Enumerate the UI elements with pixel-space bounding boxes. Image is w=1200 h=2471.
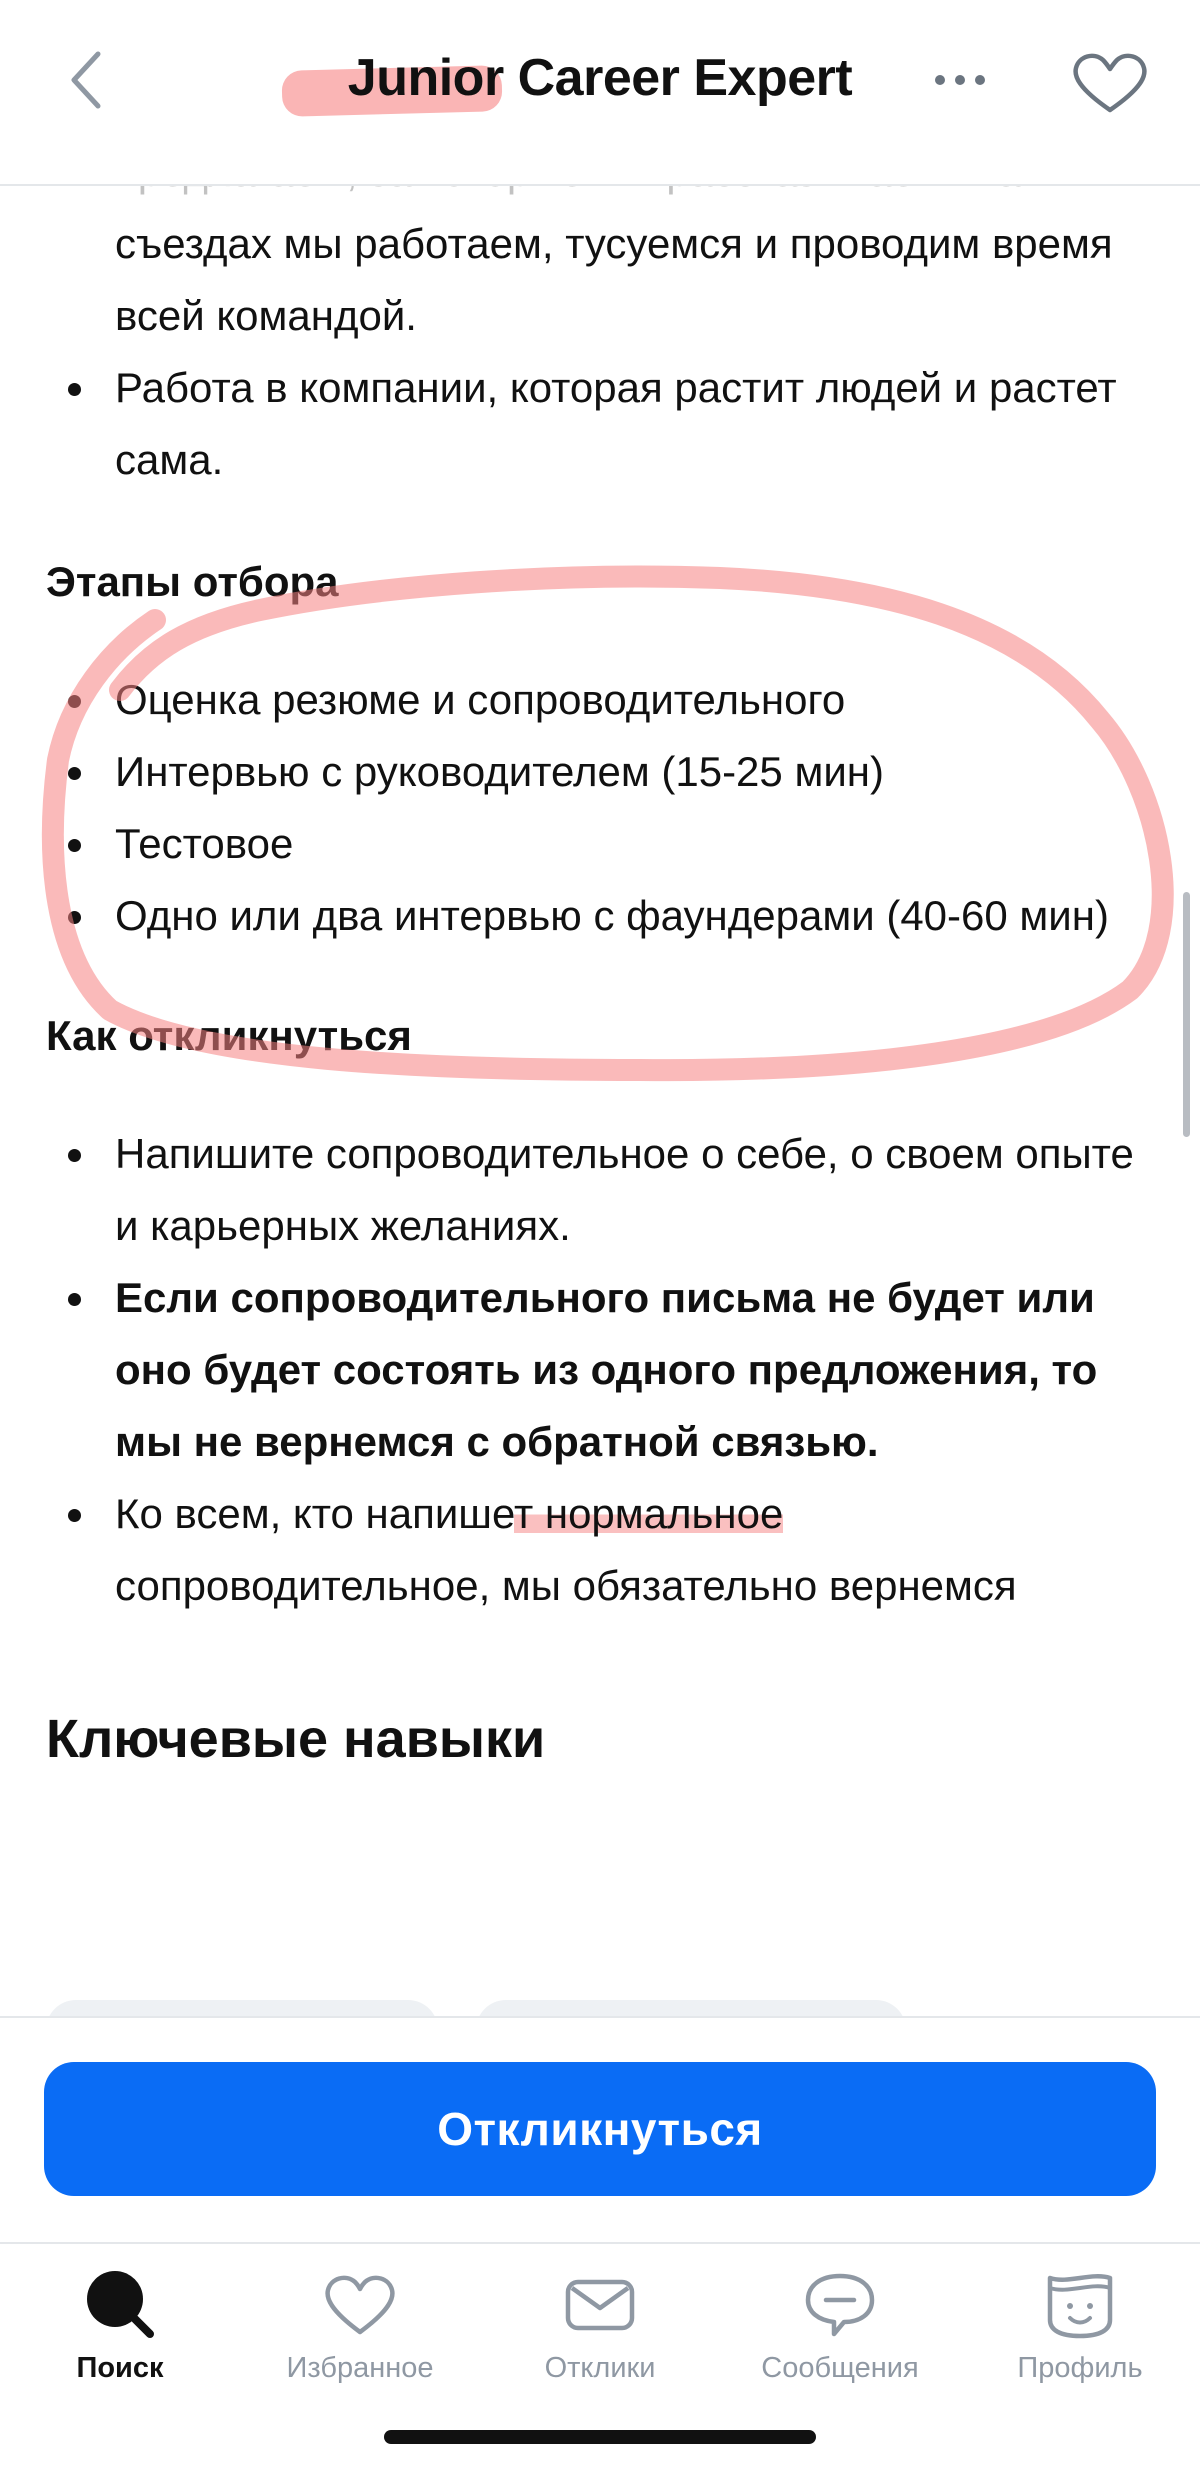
tab-label: Сообщения [761,2352,919,2384]
list-item-text: Ко всем, кто напише [115,1490,514,1537]
more-dots-icon[interactable] [930,60,990,100]
tab-label: Избранное [286,2352,434,2384]
tab-label: Профиль [1017,2352,1143,2384]
list-item-text: сопроводительное, мы обязательно вернемс… [115,1562,1017,1609]
page-title: Junior Career Expert [347,49,853,107]
apply-bar: Откликнуться [0,2016,1200,2242]
search-icon [87,2271,154,2338]
list-item: Интервью с руководителем (15-25 мин) [0,736,1200,808]
section-title-how-to-apply: Как откликнуться [46,1012,412,1059]
tab-messages[interactable]: Сообщения [720,2264,960,2414]
tab-search[interactable]: Поиск [0,2264,240,2414]
highlighted-text-annotation: т нормальное [513,1490,784,1537]
section-title-stages: Этапы отбора [46,558,339,605]
top-bar: Junior Career Expert [0,0,1200,186]
heart-icon[interactable] [1070,48,1150,118]
apply-button[interactable]: Откликнуться [44,2062,1156,2196]
perks-list: предлагаем, за которые мы рассказываем. … [0,186,1200,496]
list-item: Напишите сопроводительное о себе, о свое… [0,1118,1200,1262]
tab-label: Поиск [76,2352,164,2384]
list-item: Одно или два интервью с фаундерами (40-6… [0,880,1200,952]
section-title-skills: Ключевые навыки [46,1709,546,1769]
list-item: предлагаем, за которые мы рассказываем. … [0,186,1200,208]
stages-list: Оценка резюме и сопроводительного Интерв… [0,664,1200,952]
how-to-apply-list: Напишите сопроводительное о себе, о свое… [0,1118,1200,1622]
tab-profile[interactable]: Профиль [960,2264,1200,2414]
chat-icon [805,2273,875,2337]
tab-responses[interactable]: Отклики [480,2264,720,2414]
vacancy-description[interactable]: предлагаем, за которые мы рассказываем. … [0,186,1200,2016]
heart-icon [325,2275,395,2335]
list-item: Ко всем, кто напишет нормальное сопровод… [0,1478,1200,1622]
profile-icon [1047,2274,1113,2339]
tab-favorites[interactable]: Избранное [240,2264,480,2414]
home-indicator[interactable] [384,2430,816,2444]
list-item: Работа в компании, которая растит людей … [0,352,1200,496]
list-item: съездах мы работаем, тусуемся и проводим… [115,220,1113,339]
list-item: Тестовое [0,808,1200,880]
list-item: Если сопроводительного письма не будет и… [0,1262,1200,1478]
scrollbar[interactable] [1183,892,1190,1137]
list-item: Оценка резюме и сопроводительного [0,664,1200,736]
envelope-icon [565,2279,635,2331]
tab-label: Отклики [544,2352,656,2384]
